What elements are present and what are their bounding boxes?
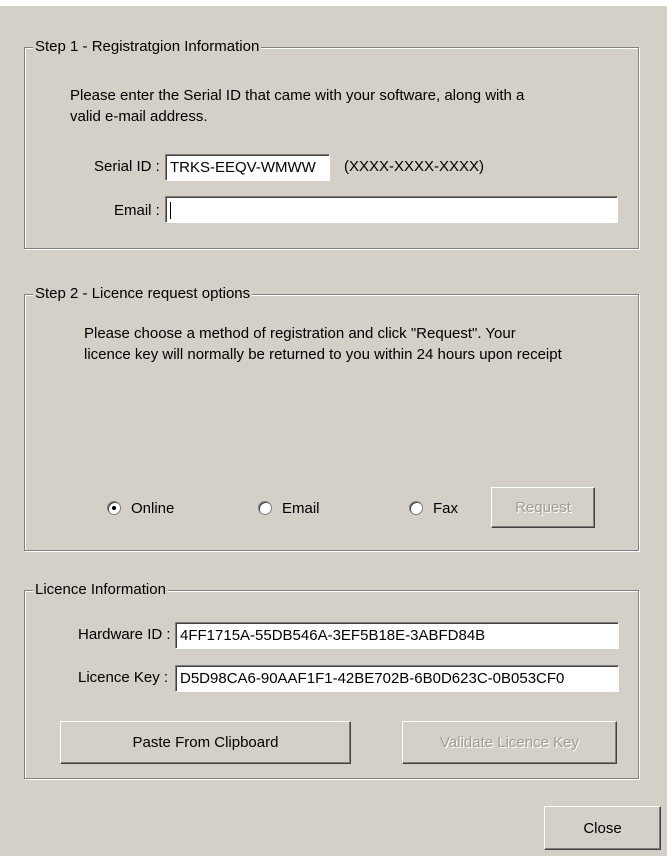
licence-key-field[interactable]: D5D98CA6-90AAF1F1-42BE702B-6B0D623C-0B05… xyxy=(175,665,619,692)
licence-legend: Licence Information xyxy=(33,581,168,599)
serial-format-hint: (XXXX-XXXX-XXXX) xyxy=(344,158,485,175)
radio-fax-label: Fax xyxy=(433,499,459,517)
radio-online-indicator[interactable] xyxy=(107,501,121,515)
serial-id-field[interactable]: TRKS-EEQV-WMWW xyxy=(165,154,330,181)
radio-fax-indicator[interactable] xyxy=(409,501,423,515)
serial-id-label: Serial ID : xyxy=(94,158,160,175)
hardware-id-label: Hardware ID : xyxy=(78,626,171,643)
radio-online[interactable]: Online xyxy=(107,497,174,519)
radio-email-label: Email xyxy=(282,499,320,517)
email-label: Email : xyxy=(114,202,160,219)
radio-email-indicator[interactable] xyxy=(258,501,272,515)
paste-from-clipboard-button[interactable]: Paste From Clipboard xyxy=(60,721,351,764)
step1-instruction-line2: valid e-mail address. xyxy=(70,108,208,125)
text-caret xyxy=(170,201,171,219)
hardware-id-field[interactable]: 4FF1715A-55DB546A-3EF5B18E-3ABFD84B xyxy=(175,622,619,649)
radio-online-label: Online xyxy=(131,499,175,517)
radio-email[interactable]: Email xyxy=(258,497,320,519)
step1-legend: Step 1 - Registratgion Information xyxy=(33,38,262,56)
step2-legend: Step 2 - Licence request options xyxy=(33,285,253,303)
request-button[interactable]: Request xyxy=(491,487,595,528)
email-field[interactable] xyxy=(165,196,618,223)
step2-instruction-line1: Please choose a method of registration a… xyxy=(84,325,516,342)
radio-fax[interactable]: Fax xyxy=(409,497,458,519)
close-button[interactable]: Close xyxy=(544,806,661,850)
licence-key-label: Licence Key : xyxy=(78,669,169,686)
top-band xyxy=(0,0,667,6)
step2-instruction-line2: licence key will normally be returned to… xyxy=(84,346,562,363)
validate-licence-key-button[interactable]: Validate Licence Key xyxy=(402,721,617,764)
step1-instruction-line1: Please enter the Serial ID that came wit… xyxy=(70,87,525,104)
